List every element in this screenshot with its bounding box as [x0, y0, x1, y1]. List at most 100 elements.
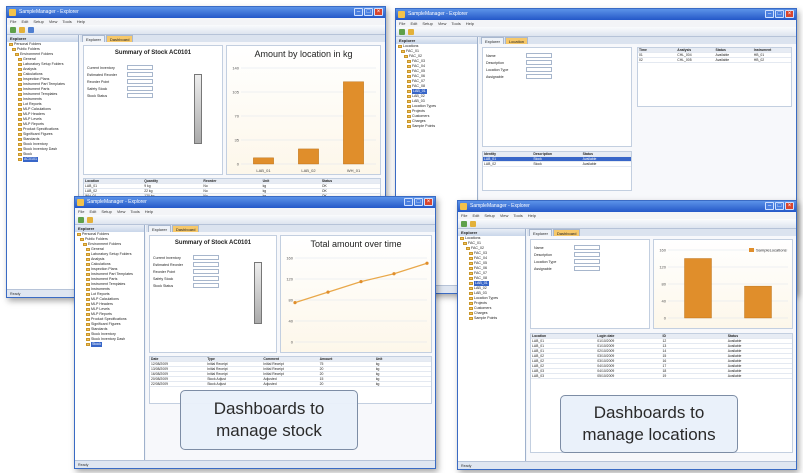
column-header[interactable]: Time	[638, 48, 676, 52]
folder-icon	[469, 277, 473, 280]
maximize-button[interactable]: □	[364, 8, 373, 16]
column-header[interactable]: Location	[531, 334, 596, 338]
column-header[interactable]: Type	[206, 357, 262, 361]
field-input[interactable]	[127, 93, 153, 98]
tab-location[interactable]: Location	[504, 37, 529, 44]
field-input[interactable]	[193, 262, 219, 267]
field-input[interactable]	[193, 276, 219, 281]
folder-icon[interactable]	[408, 28, 414, 35]
field-input[interactable]	[574, 266, 600, 271]
field-input[interactable]	[574, 259, 600, 264]
column-header[interactable]: Instrument	[753, 48, 791, 52]
field-input[interactable]	[574, 252, 600, 257]
column-header[interactable]: Quantity	[143, 179, 202, 183]
tree-item[interactable]: Sample Points	[458, 316, 525, 321]
field-input[interactable]	[526, 60, 552, 65]
folder-icon	[86, 258, 90, 261]
column-header[interactable]: Status	[321, 179, 380, 183]
tab-explorer[interactable]: Explorer	[481, 37, 504, 44]
column-header[interactable]: ID	[662, 334, 727, 338]
folder-icon[interactable]	[470, 220, 476, 227]
field-input[interactable]	[127, 79, 153, 84]
field-input[interactable]	[193, 255, 219, 260]
column-header[interactable]: Analysis	[676, 48, 714, 52]
table-cell: Initial Receipt	[263, 362, 284, 366]
tab-dashboard[interactable]: Dashboard	[552, 229, 581, 236]
minimize-button[interactable]: –	[765, 10, 774, 18]
chart-canvas: 0 35 70 105 140 LAB_01 LAB_02 WH_01	[232, 66, 376, 173]
menu-bar[interactable]: File Edit Setup View Tools Help	[396, 20, 796, 27]
field-input[interactable]	[526, 67, 552, 72]
field-input[interactable]	[127, 86, 153, 91]
new-icon[interactable]	[78, 216, 84, 223]
maximize-button[interactable]: □	[775, 10, 784, 18]
column-header[interactable]: Unit	[262, 179, 321, 183]
folder-icon[interactable]	[19, 26, 25, 33]
column-header[interactable]: Status	[727, 334, 792, 338]
tab-explorer[interactable]: Explorer	[148, 225, 171, 232]
column-header[interactable]: Location	[84, 179, 143, 183]
menu-bar[interactable]: File Edit Setup View Tools Help	[458, 212, 796, 219]
tree-item[interactable]: Stock	[75, 342, 144, 347]
folder-icon[interactable]	[87, 216, 93, 223]
new-icon[interactable]	[461, 220, 467, 227]
column-header[interactable]: Status	[582, 152, 631, 156]
tree-item[interactable]: AC0101	[7, 157, 78, 162]
close-button[interactable]: ×	[424, 198, 433, 206]
column-header[interactable]: Status	[715, 48, 753, 52]
field-input[interactable]	[526, 74, 552, 79]
table-row[interactable]: 22/08/2009 Stock Adjust Adjusted 20 kg	[150, 382, 431, 387]
window-title-bar[interactable]: SampleManager - Explorer – □ ×	[7, 7, 385, 18]
field-input[interactable]	[127, 72, 153, 77]
table-row[interactable]: 02 CHL_005 Available HB_02	[638, 58, 791, 63]
tree-item[interactable]: Sample Points	[396, 124, 477, 129]
stock-line-chart: Total amount over time 0 40 80 120 160	[280, 235, 432, 353]
minimize-button[interactable]: –	[765, 202, 774, 210]
field-input[interactable]	[526, 53, 552, 58]
column-header[interactable]: Description	[532, 152, 581, 156]
maximize-button[interactable]: □	[414, 198, 423, 206]
close-button[interactable]: ×	[785, 202, 794, 210]
form-field: Assignable	[531, 265, 649, 272]
table-row[interactable]: LAB_03 05/10/2009 19 Available	[531, 374, 792, 379]
column-header[interactable]: Amount	[319, 357, 375, 361]
field-input[interactable]	[193, 283, 219, 288]
column-header[interactable]: Unit	[375, 357, 431, 361]
maximize-button[interactable]: □	[775, 202, 784, 210]
bar	[253, 157, 274, 165]
table-cell: Available	[727, 359, 742, 363]
menu-bar[interactable]: File Edit Setup View Tools Help	[7, 18, 385, 25]
field-input[interactable]	[127, 65, 153, 70]
window-title-bar[interactable]: SampleManager - Explorer – □ ×	[75, 197, 435, 208]
table-cell: 75	[319, 362, 324, 366]
new-icon[interactable]	[399, 28, 405, 35]
column-header[interactable]: Identity	[483, 152, 532, 156]
folder-icon	[407, 125, 411, 128]
tab-explorer[interactable]: Explorer	[529, 229, 552, 236]
column-header[interactable]: Date	[150, 357, 206, 361]
field-input[interactable]	[574, 245, 600, 250]
table-cell: 20	[319, 372, 324, 376]
new-icon[interactable]	[10, 26, 16, 33]
menu-bar[interactable]: File Edit Setup View Tools Help	[75, 208, 435, 215]
close-button[interactable]: ×	[374, 8, 383, 16]
tab-explorer[interactable]: Explorer	[82, 35, 105, 42]
folder-icon	[86, 288, 90, 291]
tab-dashboard[interactable]: Dashboard	[105, 35, 134, 42]
folder-icon	[18, 148, 22, 151]
close-button[interactable]: ×	[785, 10, 794, 18]
refresh-icon[interactable]	[28, 26, 34, 33]
window-title-bar[interactable]: SampleManager - Explorer – □ ×	[458, 201, 796, 212]
column-header[interactable]: Reorder	[202, 179, 261, 183]
minimize-button[interactable]: –	[354, 8, 363, 16]
window-title-bar[interactable]: SampleManager - Explorer – □ ×	[396, 9, 796, 20]
folder-icon	[407, 90, 411, 93]
field-input[interactable]	[193, 269, 219, 274]
minimize-button[interactable]: –	[404, 198, 413, 206]
column-header[interactable]: Comment	[262, 357, 318, 361]
folder-icon	[15, 53, 19, 56]
folder-icon	[469, 312, 473, 315]
table-row[interactable]: LAB_02 Stock Available	[483, 162, 631, 167]
tab-dashboard[interactable]: Dashboard	[171, 225, 200, 232]
column-header[interactable]: Login date	[596, 334, 661, 338]
